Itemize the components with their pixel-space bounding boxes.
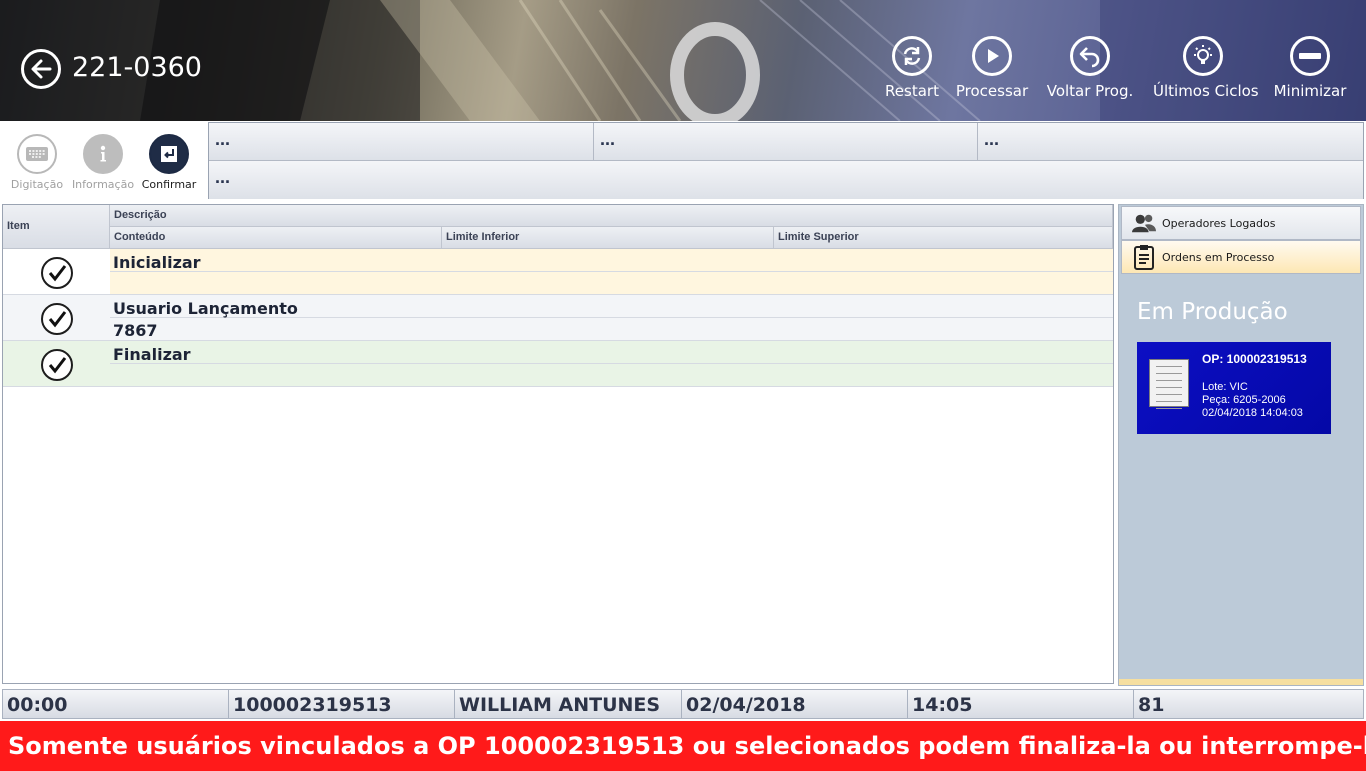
- col-header-descricao: Descrição: [110, 205, 1113, 227]
- col-header-item: Item: [3, 205, 110, 249]
- info-field-3: ...: [978, 123, 1363, 161]
- processar-label: Processar: [955, 82, 1029, 100]
- ultimos-ciclos-button[interactable]: Últimos Ciclos: [1153, 36, 1259, 100]
- digitacao-button[interactable]: Digitação: [4, 134, 70, 191]
- informacao-button[interactable]: Informação: [70, 134, 136, 191]
- op-lote: Lote: VIC: [1202, 381, 1248, 393]
- voltar-prog-button[interactable]: Voltar Prog.: [1040, 36, 1140, 100]
- undo-icon: [1070, 36, 1110, 76]
- info-fields-panel: ... ... ... ...: [208, 122, 1364, 199]
- info-field-4: ...: [209, 161, 1363, 199]
- col-header-limite-inferior: Limite Inferior: [442, 227, 774, 249]
- table-row[interactable]: Inicializar: [3, 249, 1113, 295]
- minus-icon: [1290, 36, 1330, 76]
- status-timer: 00:00: [3, 690, 229, 718]
- clipboard-icon: [1132, 245, 1156, 270]
- lightbulb-icon: [1183, 36, 1223, 76]
- back-button[interactable]: [21, 49, 61, 89]
- status-time: 14:05: [908, 690, 1134, 718]
- status-op: 100002319513: [229, 690, 455, 718]
- row-divider: [110, 363, 1113, 364]
- processar-button[interactable]: Processar: [942, 36, 1042, 100]
- tab-ordens-label: Ordens em Processo: [1162, 250, 1275, 264]
- tab-ordens-em-processo[interactable]: Ordens em Processo: [1121, 240, 1361, 274]
- users-icon: [1132, 211, 1156, 235]
- header-banner: 221-0360 Restart Processar Voltar Prog. …: [0, 0, 1366, 121]
- op-datetime: 02/04/2018 14:04:03: [1202, 407, 1303, 419]
- minimizar-button[interactable]: Minimizar: [1260, 36, 1360, 100]
- table-row[interactable]: Usuario Lançamento 7867: [3, 295, 1113, 341]
- confirmar-button[interactable]: Confirmar: [136, 134, 202, 191]
- op-peca: Peça: 6205-2006: [1202, 394, 1286, 406]
- keyboard-icon: [17, 134, 57, 174]
- alert-message: Somente usuários vinculados a OP 1000023…: [8, 732, 1366, 760]
- row-divider: [110, 271, 1113, 272]
- row-descricao: Finalizar: [113, 345, 191, 364]
- side-panel-footer: [1119, 679, 1363, 685]
- info-field-1: ...: [209, 123, 594, 161]
- check-icon: [41, 303, 73, 335]
- status-count: 81: [1138, 694, 1165, 716]
- checklist-grid: Item Descrição Conteúdo Limite Inferior …: [2, 204, 1114, 684]
- check-icon: [41, 349, 73, 381]
- confirmar-label: Confirmar: [141, 178, 197, 191]
- em-producao-title: Em Produção: [1137, 299, 1288, 325]
- status-operator: WILLIAM ANTUNES: [455, 690, 682, 718]
- op-card[interactable]: OP: 100002319513 Lote: VIC Peça: 6205-20…: [1137, 342, 1331, 434]
- document-icon: [1149, 359, 1189, 409]
- tab-operadores-logados[interactable]: Operadores Logados: [1121, 206, 1361, 240]
- alert-banner: Somente usuários vinculados a OP 1000023…: [0, 721, 1366, 771]
- row-conteudo: 7867: [113, 321, 158, 340]
- toolbar: Digitação Informação Confirmar: [0, 121, 208, 199]
- info-field-2: ...: [594, 123, 978, 161]
- digitacao-label: Digitação: [10, 178, 64, 191]
- arrow-left-icon: [31, 59, 52, 79]
- restart-icon: [892, 36, 932, 76]
- col-header-conteudo: Conteúdo: [110, 227, 442, 249]
- row-descricao: Usuario Lançamento: [113, 299, 298, 318]
- enter-icon: [149, 134, 189, 174]
- machine-id-title: 221-0360: [72, 52, 202, 83]
- status-date: 02/04/2018: [682, 690, 908, 718]
- play-icon: [972, 36, 1012, 76]
- table-row[interactable]: Finalizar: [3, 341, 1113, 387]
- check-icon: [41, 257, 73, 289]
- status-bar: 00:00 100002319513 WILLIAM ANTUNES 02/04…: [2, 689, 1364, 719]
- side-panel: Operadores Logados Ordens em Processo Em…: [1118, 204, 1364, 686]
- informacao-label: Informação: [71, 178, 135, 191]
- ultimos-ciclos-label: Últimos Ciclos: [1153, 82, 1259, 100]
- op-number: OP: 100002319513: [1202, 352, 1307, 366]
- info-icon: [83, 134, 123, 174]
- tab-operadores-label: Operadores Logados: [1162, 216, 1276, 230]
- minimizar-label: Minimizar: [1273, 82, 1347, 100]
- row-descricao: Inicializar: [113, 253, 201, 272]
- col-header-limite-superior: Limite Superior: [774, 227, 1113, 249]
- app-window: 221-0360 Restart Processar Voltar Prog. …: [0, 0, 1366, 771]
- voltar-prog-label: Voltar Prog.: [1046, 82, 1134, 100]
